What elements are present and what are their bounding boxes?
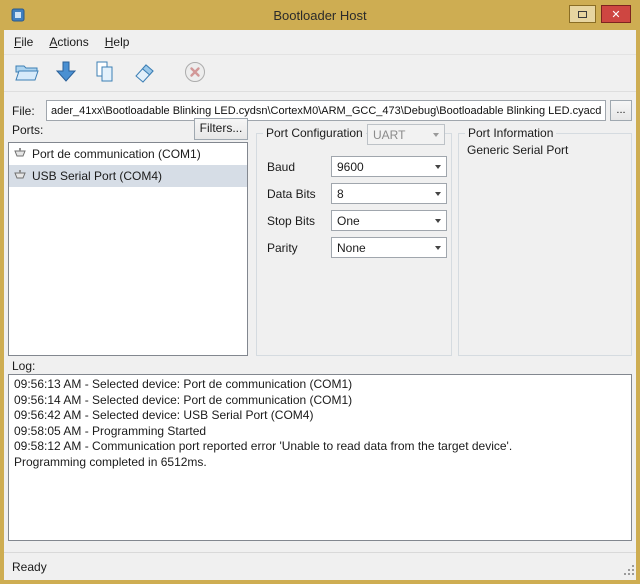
verify-pages-icon [93, 60, 117, 87]
port-information-title: Port Information [465, 126, 556, 140]
abort-icon [183, 60, 207, 87]
status-text: Ready [12, 560, 47, 574]
abort-button[interactable] [180, 58, 210, 88]
ports-listbox[interactable]: Port de communication (COM1) USB Serial … [8, 142, 248, 356]
open-file-button[interactable] [12, 58, 42, 88]
serial-port-icon [13, 168, 27, 185]
data-bits-label: Data Bits [267, 187, 316, 201]
app-icon [10, 7, 26, 23]
port-configuration-title: Port Configuration [263, 126, 366, 140]
window: Bootloader Host ✕ File Actions Help [0, 0, 640, 584]
eraser-icon [132, 60, 156, 87]
titlebar[interactable]: Bootloader Host ✕ [0, 0, 640, 30]
protocol-select[interactable]: UART [367, 124, 445, 145]
file-path-input[interactable] [46, 100, 606, 121]
client-area: File Actions Help [4, 30, 636, 580]
baud-label: Baud [267, 160, 295, 174]
program-button[interactable] [51, 58, 81, 88]
menubar: File Actions Help [4, 30, 636, 54]
data-bits-value: 8 [337, 187, 344, 201]
menu-actions[interactable]: Actions [41, 32, 96, 52]
status-bar: Ready [4, 552, 636, 580]
open-folder-icon [14, 61, 40, 86]
window-title: Bootloader Host [0, 8, 640, 23]
filters-button[interactable]: Filters... [194, 118, 248, 140]
stop-bits-label: Stop Bits [267, 214, 315, 228]
baud-value: 9600 [337, 160, 364, 174]
port-information-group: Port Information Generic Serial Port [458, 133, 632, 356]
menu-file[interactable]: File [6, 32, 41, 52]
file-label: File: [12, 104, 35, 118]
verify-button[interactable] [90, 58, 120, 88]
minimize-button[interactable] [569, 5, 596, 23]
parity-select[interactable]: None [331, 237, 447, 258]
port-configuration-group: Port Configuration UART Baud 9600 Data B… [256, 133, 452, 356]
minimize-icon [578, 11, 587, 18]
parity-value: None [337, 241, 366, 255]
port-list-item-com1[interactable]: Port de communication (COM1) [9, 143, 247, 165]
port-item-label: USB Serial Port (COM4) [32, 169, 162, 183]
stop-bits-select[interactable]: One [331, 210, 447, 231]
log-line: 09:58:05 AM - Programming Started [14, 424, 626, 440]
log-line: Programming completed in 6512ms. [14, 455, 626, 471]
menu-help[interactable]: Help [97, 32, 138, 52]
close-icon: ✕ [611, 8, 620, 21]
ports-label: Ports: [12, 123, 43, 137]
port-item-label: Port de communication (COM1) [32, 147, 201, 161]
port-list-item-com4[interactable]: USB Serial Port (COM4) [9, 165, 247, 187]
log-line: 09:56:14 AM - Selected device: Port de c… [14, 393, 626, 409]
log-line: 09:56:42 AM - Selected device: USB Seria… [14, 408, 626, 424]
chevron-down-icon [435, 246, 441, 250]
protocol-value: UART [373, 128, 405, 142]
erase-button[interactable] [129, 58, 159, 88]
serial-port-icon [13, 146, 27, 163]
chevron-down-icon [435, 192, 441, 196]
log-line: 09:56:13 AM - Selected device: Port de c… [14, 377, 626, 393]
chevron-down-icon [435, 219, 441, 223]
data-bits-select[interactable]: 8 [331, 183, 447, 204]
browse-button[interactable]: ... [610, 100, 632, 121]
program-arrow-down-icon [55, 60, 77, 87]
parity-label: Parity [267, 241, 298, 255]
close-button[interactable]: ✕ [601, 5, 631, 23]
log-label: Log: [12, 359, 35, 373]
toolbar [4, 54, 636, 92]
chevron-down-icon [433, 133, 439, 137]
baud-select[interactable]: 9600 [331, 156, 447, 177]
port-information-text: Generic Serial Port [467, 143, 568, 157]
chevron-down-icon [435, 165, 441, 169]
log-output[interactable]: 09:56:13 AM - Selected device: Port de c… [8, 374, 632, 541]
log-line: 09:58:12 AM - Communication port reporte… [14, 439, 626, 455]
stop-bits-value: One [337, 214, 360, 228]
resize-grip-icon[interactable] [622, 563, 635, 579]
